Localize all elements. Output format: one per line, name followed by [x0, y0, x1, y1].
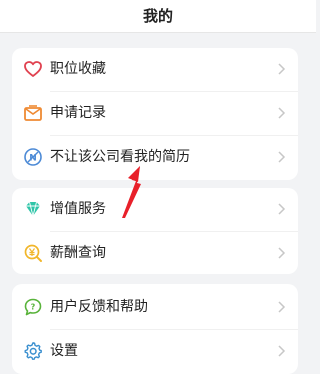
svg-text:?: ?: [31, 303, 36, 312]
chevron-right-icon: [278, 107, 286, 119]
menu-group-3: ? 用户反馈和帮助 设置: [12, 284, 298, 374]
menu-item-block-company[interactable]: N 不让该公司看我的简历: [12, 136, 298, 178]
no-view-icon: N: [24, 148, 42, 166]
menu-group-1: 职位收藏 申请记录 N 不让该公司看我的简历: [12, 48, 298, 180]
salary-icon: [24, 244, 42, 262]
menu-item-label: 用户反馈和帮助: [50, 299, 148, 315]
feedback-icon: ?: [24, 298, 42, 316]
menu-item-label: 设置: [50, 343, 78, 359]
menu-item-label: 职位收藏: [50, 61, 106, 77]
menu-group-2: 增值服务 薪酬查询: [12, 188, 298, 274]
menu-item-salary-query[interactable]: 薪酬查询: [12, 232, 298, 274]
top-bar: 我的: [0, 0, 316, 33]
menu-item-label: 申请记录: [50, 105, 106, 121]
chevron-right-icon: [278, 345, 286, 357]
page-title: 我的: [142, 7, 173, 25]
menu-item-settings[interactable]: 设置: [12, 330, 298, 372]
chevron-right-icon: [278, 151, 286, 163]
menu-item-job-favorites[interactable]: 职位收藏: [12, 48, 298, 90]
chevron-right-icon: [278, 203, 286, 215]
mail-icon: [24, 105, 42, 121]
menu-item-value-added-services[interactable]: 增值服务: [12, 188, 298, 230]
annotation-arrow-icon: [122, 166, 141, 218]
menu-item-label: 薪酬查询: [50, 245, 106, 261]
diamond-icon: [26, 201, 40, 217]
chevron-right-icon: [278, 301, 286, 313]
menu-item-application-records[interactable]: 申请记录: [12, 92, 298, 134]
chevron-right-icon: [278, 247, 286, 259]
gear-icon: [24, 342, 42, 360]
heart-icon: [24, 61, 42, 77]
chevron-right-icon: [278, 63, 286, 75]
menu-item-feedback-help[interactable]: ? 用户反馈和帮助: [12, 286, 298, 328]
menu-item-label: 不让该公司看我的简历: [50, 149, 190, 165]
menu-item-label: 增值服务: [50, 201, 106, 217]
